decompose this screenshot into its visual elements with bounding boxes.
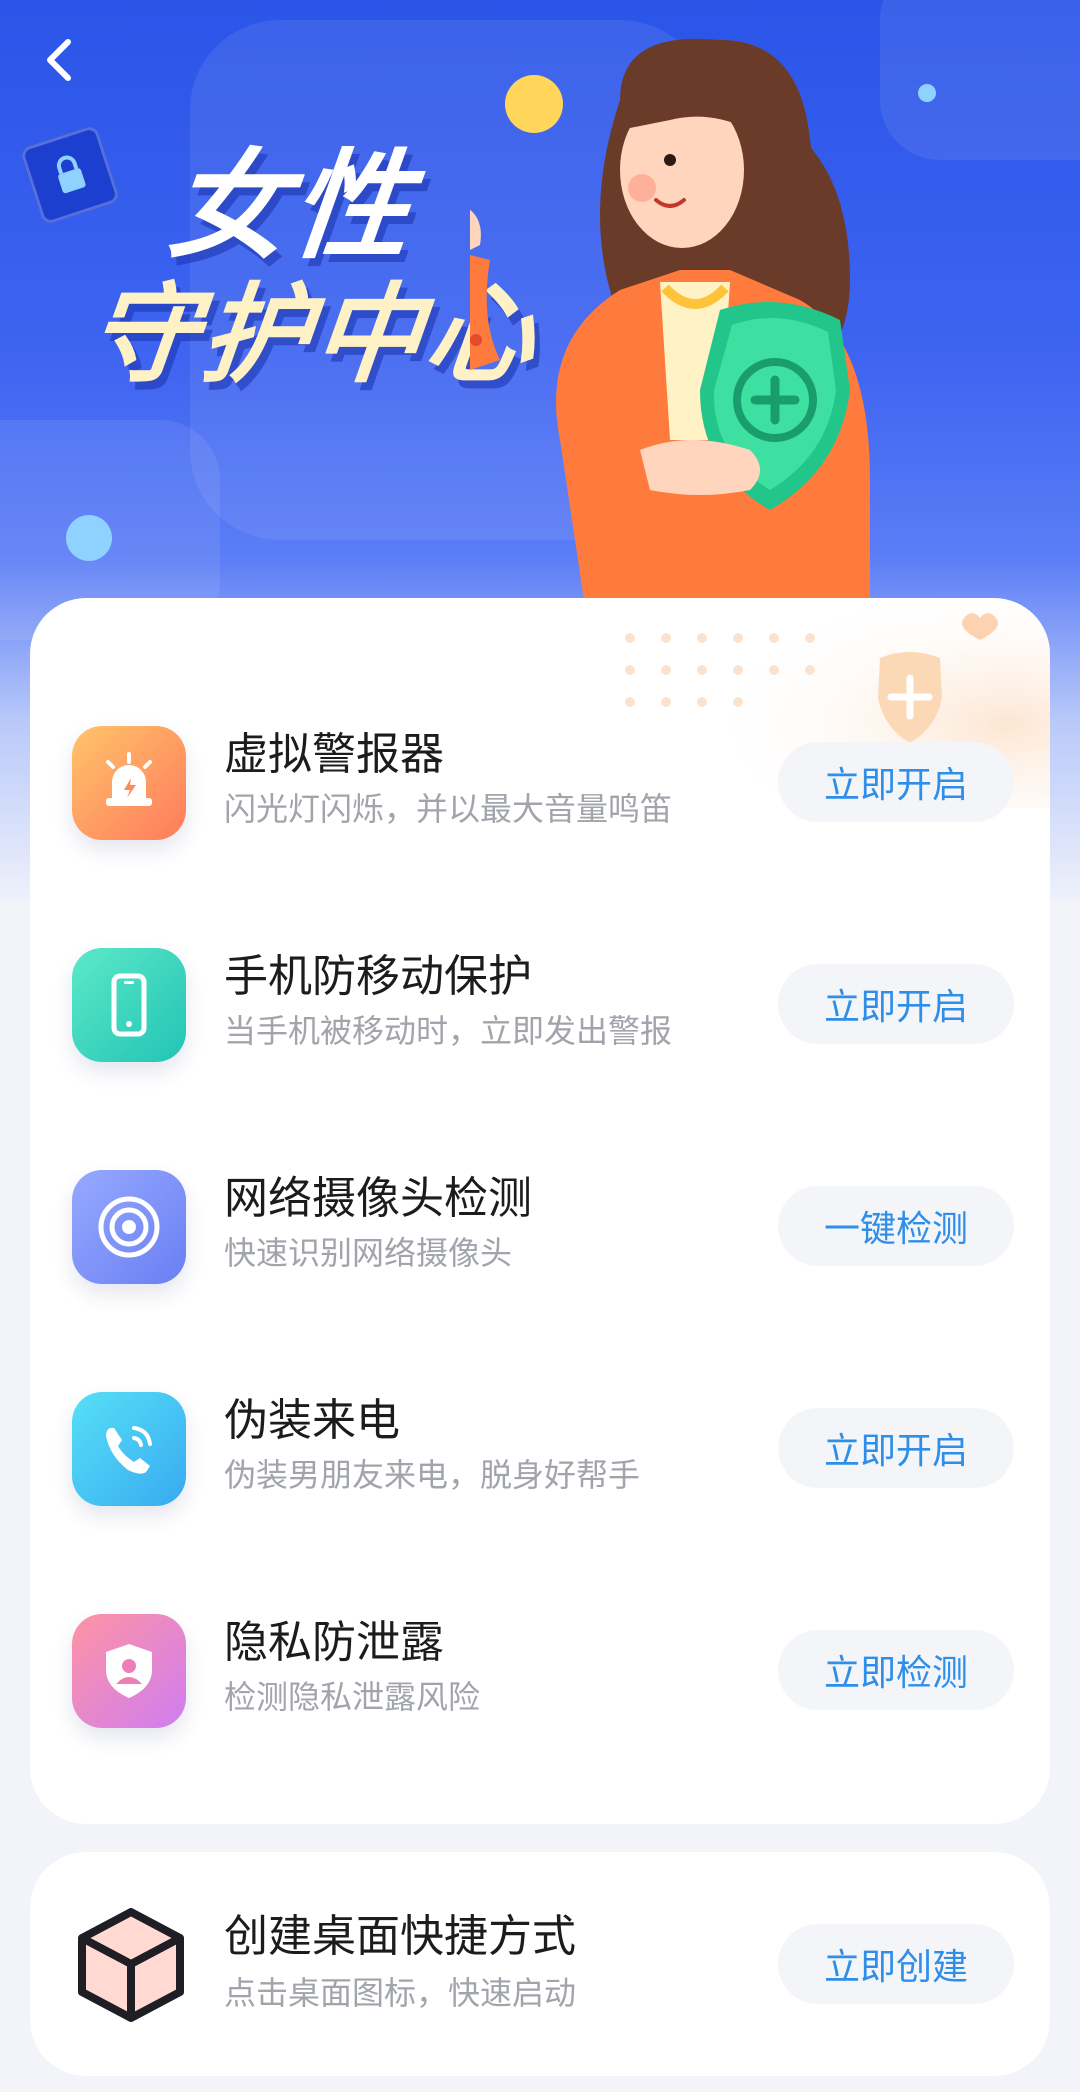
list-item-virtual-siren: 虚拟警报器 闪光灯闪烁，并以最大音量鸣笛 立即开启 [30, 706, 1050, 856]
check-privacy-button[interactable]: 立即检测 [778, 1630, 1014, 1710]
shortcut-desc: 点击桌面图标，快速启动 [224, 1974, 577, 2012]
shield-user-icon [72, 1614, 186, 1728]
feature-list-card: 虚拟警报器 闪光灯闪烁，并以最大音量鸣笛 立即开启 手机防移动保护 当手机被移动… [30, 598, 1050, 1824]
cube-icon [78, 1908, 184, 2022]
shortcut-card: 创建桌面快捷方式 点击桌面图标，快速启动 立即创建 [30, 1852, 1050, 2076]
phone-icon [72, 948, 186, 1062]
blue-dot [66, 515, 112, 561]
siren-icon [72, 726, 186, 840]
create-shortcut-button[interactable]: 立即创建 [778, 1924, 1014, 2004]
list-item-anti-move: 手机防移动保护 当手机被移动时，立即发出警报 立即开启 [30, 928, 1050, 1078]
feature-desc: 当手机被移动时，立即发出警报 [224, 1012, 673, 1050]
feature-desc: 检测隐私泄露风险 [224, 1678, 481, 1716]
phone-call-icon [72, 1392, 186, 1506]
feature-desc: 快速识别网络摄像头 [224, 1234, 513, 1272]
feature-desc: 闪光灯闪烁，并以最大音量鸣笛 [224, 790, 673, 828]
camera-icon [72, 1170, 186, 1284]
feature-desc: 伪装男朋友来电，脱身好帮手 [224, 1456, 641, 1494]
back-button[interactable] [30, 30, 90, 90]
enable-anti-move-button[interactable]: 立即开启 [778, 964, 1014, 1044]
feature-title: 手机防移动保护 [224, 951, 532, 1002]
chevron-left-icon [47, 39, 71, 81]
feature-title: 虚拟警报器 [224, 729, 444, 780]
detect-camera-button[interactable]: 一键检测 [778, 1186, 1014, 1266]
list-item-camera-detect: 网络摄像头检测 快速识别网络摄像头 一键检测 [30, 1150, 1050, 1300]
enable-siren-button[interactable]: 立即开启 [778, 742, 1014, 822]
feature-title: 伪装来电 [224, 1395, 400, 1446]
list-item-fake-call: 伪装来电 伪装男朋友来电，脱身好帮手 立即开启 [30, 1372, 1050, 1522]
woman-shield-illustration [470, 38, 870, 640]
feature-title: 隐私防泄露 [224, 1617, 444, 1668]
list-item-privacy-leak: 隐私防泄露 检测隐私泄露风险 立即检测 [30, 1594, 1050, 1744]
enable-fake-call-button[interactable]: 立即开启 [778, 1408, 1014, 1488]
feature-title: 网络摄像头检测 [224, 1173, 532, 1224]
shortcut-title: 创建桌面快捷方式 [224, 1911, 576, 1962]
